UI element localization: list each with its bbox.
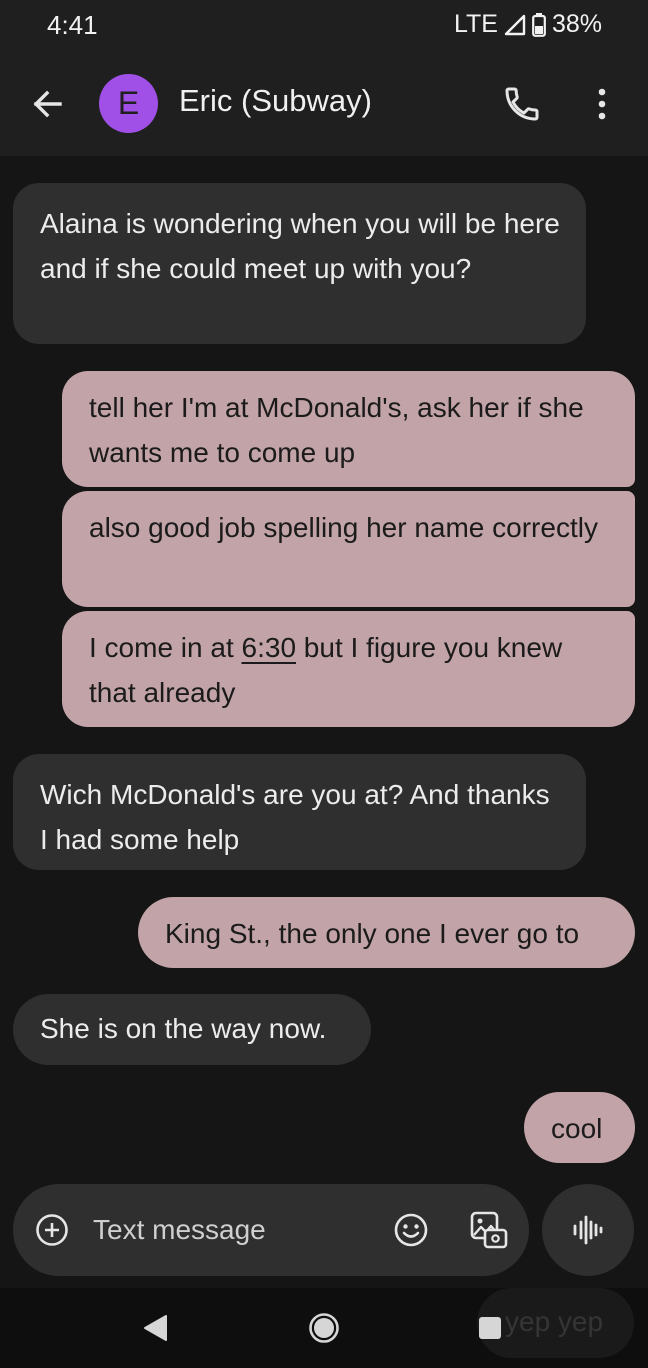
voice-message-button[interactable] [542, 1184, 634, 1276]
nav-recents-icon [479, 1317, 501, 1339]
nav-back-button[interactable] [142, 1314, 168, 1347]
smart-reply-text: yep yep [505, 1306, 604, 1337]
message-bubble-outgoing[interactable]: tell her I'm at McDonald's, ask her if s… [62, 371, 635, 487]
add-circle-icon [36, 1214, 68, 1246]
message-text: cool [551, 1113, 603, 1144]
call-button[interactable] [502, 84, 542, 124]
nav-back-icon [144, 1315, 167, 1341]
message-bubble-incoming[interactable]: She is on the way now. [13, 994, 371, 1065]
avatar[interactable]: E [99, 74, 158, 133]
compose-bar [13, 1184, 529, 1276]
back-button[interactable] [28, 84, 68, 124]
emoji-icon [394, 1213, 428, 1247]
message-bubble-outgoing[interactable]: cool [524, 1092, 635, 1163]
message-text: tell her I'm at McDonald's, ask her if s… [89, 392, 584, 468]
emoji-button[interactable] [393, 1212, 429, 1248]
gallery-button[interactable] [469, 1210, 509, 1250]
network-type: LTE [453, 10, 498, 38]
phone-icon [505, 87, 539, 121]
message-text: King St., the only one I ever go to [165, 918, 580, 949]
more-vert-icon [598, 88, 606, 120]
more-options-button[interactable] [584, 84, 620, 124]
message-text: She is on the way now. [40, 1013, 327, 1044]
signal-icon [504, 14, 526, 35]
message-bubble-incoming[interactable]: Alaina is wondering when you will be her… [13, 183, 586, 344]
message-bubble-incoming[interactable]: Wich McDonald's are you at? And thanks I… [13, 754, 586, 870]
status-bar: 4:41 LTE 38% [0, 0, 648, 56]
contact-name[interactable]: Eric (Subway) [179, 83, 372, 119]
battery-level: 38% [551, 10, 602, 38]
add-attachment-button[interactable] [35, 1213, 69, 1247]
waveform-icon [573, 1215, 603, 1245]
message-bubble-outgoing[interactable]: I come in at 6:30 but I figure you knew … [62, 611, 635, 727]
message-text: Alaina is wondering when you will be her… [40, 208, 560, 284]
time-link[interactable]: 6:30 [242, 632, 297, 663]
battery-icon [532, 12, 546, 37]
nav-home-button[interactable] [308, 1312, 340, 1349]
arrow-back-icon [33, 90, 62, 118]
conversation-header: E Eric (Subway) [0, 56, 648, 156]
nav-recents-button[interactable] [478, 1316, 502, 1345]
message-input[interactable] [93, 1206, 373, 1254]
message-bubble-outgoing[interactable]: also good job spelling her name correctl… [62, 491, 635, 607]
message-text: also good job spelling her name correctl… [89, 512, 598, 543]
message-bubble-outgoing[interactable]: King St., the only one I ever go to [138, 897, 635, 968]
status-time: 4:41 [47, 10, 98, 40]
message-text: Wich McDonald's are you at? And thanks I… [40, 779, 550, 855]
status-indicators: LTE 38% [454, 10, 602, 39]
gallery-icon [470, 1211, 508, 1249]
message-text-before: I come in at [89, 632, 242, 663]
nav-home-icon [309, 1313, 339, 1343]
